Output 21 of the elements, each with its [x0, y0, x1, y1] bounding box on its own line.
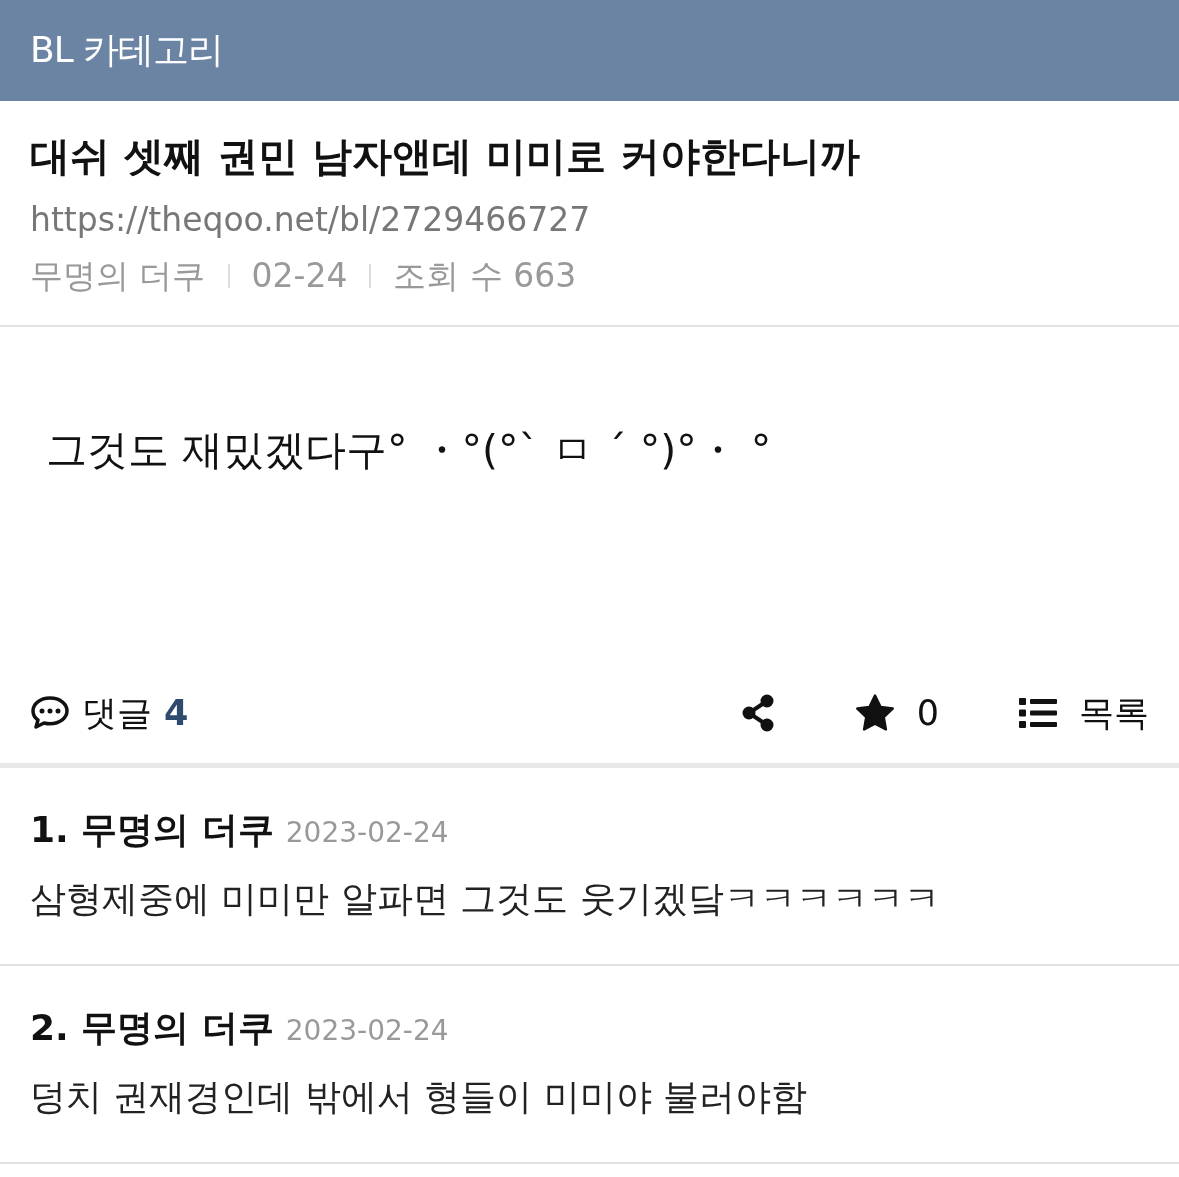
comment-date: 2023-02-24 [285, 1014, 449, 1047]
post-meta: 02-24 [251, 255, 348, 297]
comment-author: 1. 무명의 더쿠 [30, 808, 274, 852]
comment-text: 덩치 권재경인데 밖에서 형들이 미미야 불러야함 [30, 1075, 809, 1119]
post-meta: 무명의 더쿠 [30, 255, 206, 297]
share-button[interactable] [740, 694, 775, 732]
post-title: 대쉬 셋째 권민 남자앤데 미미로 커야한다니까 [30, 132, 861, 181]
category-title[interactable]: BL 카테고리 [30, 26, 224, 75]
post-url[interactable]: https://theqoo.net/bl/2729466727 [30, 197, 1149, 243]
star-button[interactable]: 0 [854, 693, 939, 733]
comment-author: 2. 무명의 더쿠 [30, 1006, 274, 1050]
comment-text: 삼형제중에 미미만 알파면 그것도 웃기겠닼ㅋㅋㅋㅋㅋㅋ [30, 877, 941, 921]
star-icon [854, 694, 895, 732]
comments-count: 4 [164, 693, 189, 733]
comment-date: 2023-02-24 [285, 816, 449, 849]
post-body: 그것도 재밌겠다구° ・°(°` ㅁ ´ °)°・ ° [46, 425, 772, 476]
post-meta: 조회 수 663 [393, 255, 577, 297]
list-button[interactable]: 목록 [1019, 689, 1149, 737]
comments-label: 댓글 [82, 691, 152, 735]
list-icon [1019, 698, 1057, 728]
comment-icon [30, 695, 70, 731]
